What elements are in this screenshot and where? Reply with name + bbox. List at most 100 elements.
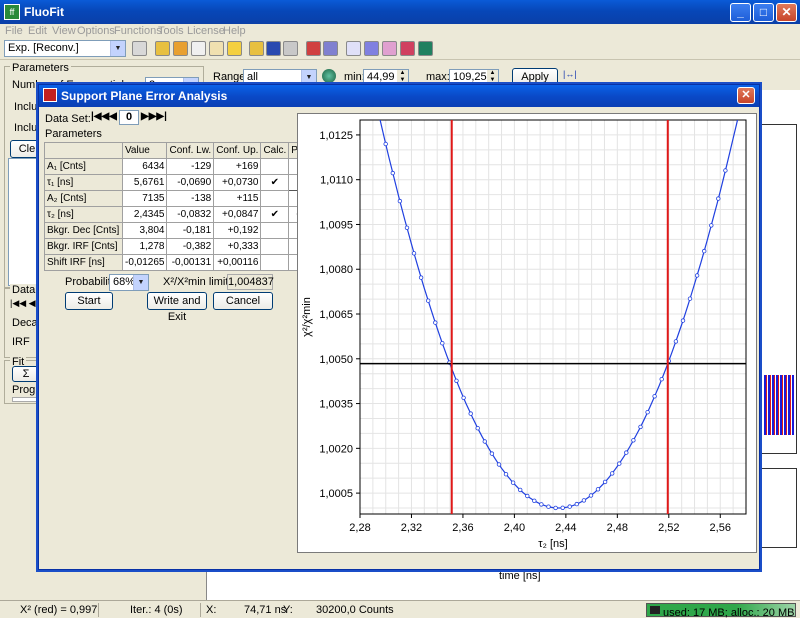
y-tick-label: 1,0095: [319, 219, 353, 231]
probability-combo[interactable]: 68% ▼: [109, 274, 149, 291]
support-plane-dialog: Support Plane Error Analysis ✕ Data Set:…: [38, 84, 760, 570]
copy-icon[interactable]: [191, 41, 206, 56]
app-icon: ff: [4, 4, 20, 20]
param-name: Bkgr. IRF [Cnts]: [44, 238, 123, 255]
save-icon[interactable]: [266, 41, 281, 56]
chevron-down-icon[interactable]: ▼: [133, 275, 148, 290]
menu-functions[interactable]: Functions: [114, 25, 162, 37]
cancel-button[interactable]: Cancel: [213, 292, 273, 310]
calc-checkbox[interactable]: [260, 190, 290, 207]
table-row[interactable]: τ₁ [ns] 5,6761 -0,0690 +0,0730 ✔: [44, 174, 312, 191]
data-point: [418, 275, 424, 280]
x-axis-label: τ₂ [ns]: [538, 538, 567, 550]
table-row[interactable]: Bkgr. Dec [Cnts] 3,804 -0,181 +0,192: [44, 222, 312, 239]
calc-checkbox[interactable]: [260, 238, 290, 255]
chevron-down-icon[interactable]: ▼: [301, 70, 316, 85]
memory-text: used: 17 MB; alloc.: 20 MB: [663, 607, 795, 618]
start-button-label: Start: [77, 295, 101, 307]
chevron-down-icon[interactable]: ▼: [110, 41, 125, 56]
data-point: [503, 472, 509, 477]
open-icon[interactable]: [173, 41, 188, 56]
status-bar: Χ² (red) = 0,997 Iter.: 4 (0s) X: 74,71 …: [0, 600, 800, 618]
data-point: [454, 378, 459, 383]
table-row[interactable]: A₂ [Cnts] 7135 -138 +115: [44, 190, 312, 207]
spin-arrows-icon[interactable]: ▲ ▼: [397, 70, 408, 84]
table-row[interactable]: A₁ [Cnts] 6434 -129 +169: [44, 158, 312, 175]
data-set-input[interactable]: 0: [119, 110, 139, 125]
data-point: [461, 395, 466, 400]
data-point: [468, 411, 473, 416]
next-record-icon[interactable]: ▶▶▶|: [141, 111, 167, 122]
data-point: [624, 450, 629, 455]
open-folder-icon[interactable]: [155, 41, 170, 56]
calc-checkbox[interactable]: ✔: [260, 174, 290, 191]
chart-icon[interactable]: [306, 41, 321, 56]
start-button[interactable]: Start: [65, 292, 113, 310]
x-tick-label: 2,44: [555, 522, 576, 534]
calc-checkbox[interactable]: [260, 158, 290, 175]
max-input[interactable]: 109,25 ▲ ▼: [449, 69, 499, 85]
data-point: [680, 318, 686, 323]
memory-chip-icon: [650, 606, 660, 614]
menu-bar: File Edit View Options Functions Tools L…: [0, 24, 800, 38]
new-icon[interactable]: [227, 41, 242, 56]
menu-edit[interactable]: Edit: [28, 25, 47, 37]
param-conf-up: +169: [213, 158, 262, 175]
data-point: [709, 223, 714, 228]
calc-checkbox[interactable]: ✔: [260, 206, 290, 223]
globe-icon[interactable]: [322, 69, 336, 83]
residual-icon[interactable]: [323, 41, 338, 56]
cancel-button-label: Cancel: [225, 295, 261, 307]
status-y-value: 30200,0 Counts: [316, 604, 394, 616]
x-tick-label: 2,28: [349, 522, 370, 534]
menu-file[interactable]: File: [5, 25, 23, 37]
data-point: [595, 487, 601, 492]
min-input[interactable]: 44,99 ▲ ▼: [363, 69, 409, 85]
globe-icon[interactable]: [418, 41, 433, 56]
menu-options[interactable]: Options: [77, 25, 115, 37]
maximize-button[interactable]: □: [753, 3, 774, 22]
residual-plot-strip: [761, 468, 797, 548]
y-tick-label: 1,0035: [319, 399, 353, 411]
x-tick-label: 2,40: [504, 522, 525, 534]
menu-license[interactable]: License: [187, 25, 225, 37]
model-combo[interactable]: Exp. [Reconv.] ▼: [4, 40, 126, 57]
grid-icon[interactable]: [400, 41, 415, 56]
data-point: [560, 505, 565, 510]
data-set-label: Data Set:: [45, 113, 91, 125]
menu-tools[interactable]: Tools: [158, 25, 184, 37]
data-point: [617, 461, 622, 466]
fit-icon[interactable]: [346, 41, 361, 56]
sigma-button[interactable]: Σ: [12, 366, 40, 382]
table-icon[interactable]: [382, 41, 397, 56]
calc-checkbox[interactable]: [260, 222, 290, 239]
print-icon[interactable]: [283, 41, 298, 56]
menu-help[interactable]: Help: [223, 25, 246, 37]
dialog-title-bar: Support Plane Error Analysis ✕: [39, 85, 759, 107]
spin-arrows-icon[interactable]: ▲ ▼: [487, 70, 498, 84]
paste-icon[interactable]: [209, 41, 224, 56]
write-exit-button[interactable]: Write and Exit: [147, 292, 207, 323]
analysis-icon[interactable]: [364, 41, 379, 56]
minimize-button[interactable]: _: [730, 3, 751, 22]
param-conf-lw: -129: [166, 158, 215, 175]
data-point: [546, 504, 551, 509]
first-record-icon[interactable]: |◀◀◀: [91, 111, 117, 122]
params-icon[interactable]: [132, 41, 147, 56]
dialog-close-button[interactable]: ✕: [737, 87, 755, 104]
load-icon[interactable]: [249, 41, 264, 56]
close-button[interactable]: ✕: [776, 3, 797, 22]
param-value: 2,4345: [121, 206, 168, 223]
menu-view[interactable]: View: [52, 25, 76, 37]
table-row[interactable]: Shift IRF [ns] -0,01265 -0,00131 +0,0011…: [44, 254, 312, 271]
header-calc: Calc.: [260, 142, 290, 159]
data-point: [574, 501, 579, 507]
first-icon[interactable]: |◀◀ ◀: [10, 298, 36, 309]
y-tick-label: 1,0065: [319, 309, 353, 321]
calc-checkbox[interactable]: [260, 254, 290, 271]
memory-indicator: used: 17 MB; alloc.: 20 MB: [646, 603, 796, 618]
table-row[interactable]: Bkgr. IRF [Cnts] 1,278 -0,382 +0,333: [44, 238, 312, 255]
y-tick-label: 1,0020: [319, 443, 353, 455]
table-row[interactable]: τ₂ [ns] 2,4345 -0,0832 +0,0847 ✔ ✔: [44, 206, 312, 223]
range-arrows-icon[interactable]: |↔|: [563, 69, 577, 83]
